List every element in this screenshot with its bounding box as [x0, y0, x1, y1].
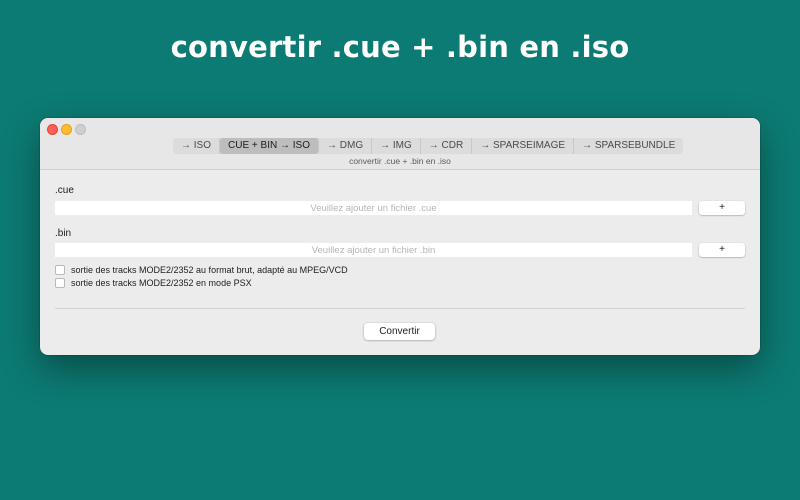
option-raw-mpeg-vcd[interactable]: sortie des tracks MODE2/2352 au format b…	[55, 264, 348, 276]
bin-file-field[interactable]	[55, 243, 692, 257]
app-window: → ISO CUE + BIN → ISO → DMG → IMG → CDR …	[40, 118, 760, 355]
tab-to-dmg[interactable]: → DMG	[319, 138, 373, 154]
titlebar: → ISO CUE + BIN → ISO → DMG → IMG → CDR …	[40, 118, 760, 170]
minimize-window-icon[interactable]	[61, 124, 72, 135]
divider	[55, 308, 745, 309]
tab-to-img[interactable]: → IMG	[372, 138, 421, 154]
add-cue-button[interactable]: +	[699, 201, 745, 215]
tab-to-sparseimage[interactable]: → SPARSEIMAGE	[472, 138, 575, 154]
psx-mode-label: sortie des tracks MODE2/2352 en mode PSX	[71, 278, 252, 288]
tab-to-sparsebundle[interactable]: → SPARSEBUNDLE	[574, 138, 683, 154]
window-subtitle: convertir .cue + .bin en .iso	[349, 156, 451, 166]
raw-mpeg-vcd-checkbox[interactable]	[55, 265, 65, 275]
tab-to-cdr[interactable]: → CDR	[421, 138, 473, 154]
bin-label: .bin	[55, 228, 72, 239]
segmented-tabs: → ISO CUE + BIN → ISO → DMG → IMG → CDR …	[173, 138, 684, 154]
tab-to-iso[interactable]: → ISO	[173, 138, 221, 154]
cue-file-field[interactable]	[55, 201, 692, 215]
raw-mpeg-vcd-label: sortie des tracks MODE2/2352 au format b…	[71, 265, 348, 275]
psx-mode-checkbox[interactable]	[55, 278, 65, 288]
convert-button[interactable]: Convertir	[364, 323, 435, 340]
cue-label: .cue	[55, 185, 74, 196]
option-psx-mode[interactable]: sortie des tracks MODE2/2352 en mode PSX	[55, 277, 252, 289]
add-bin-button[interactable]: +	[699, 243, 745, 257]
zoom-window-icon[interactable]	[75, 124, 86, 135]
tab-cue-bin-to-iso[interactable]: CUE + BIN → ISO	[220, 138, 319, 154]
close-window-icon[interactable]	[47, 124, 58, 135]
hero-title: convertir .cue + .bin en .iso	[170, 30, 630, 64]
